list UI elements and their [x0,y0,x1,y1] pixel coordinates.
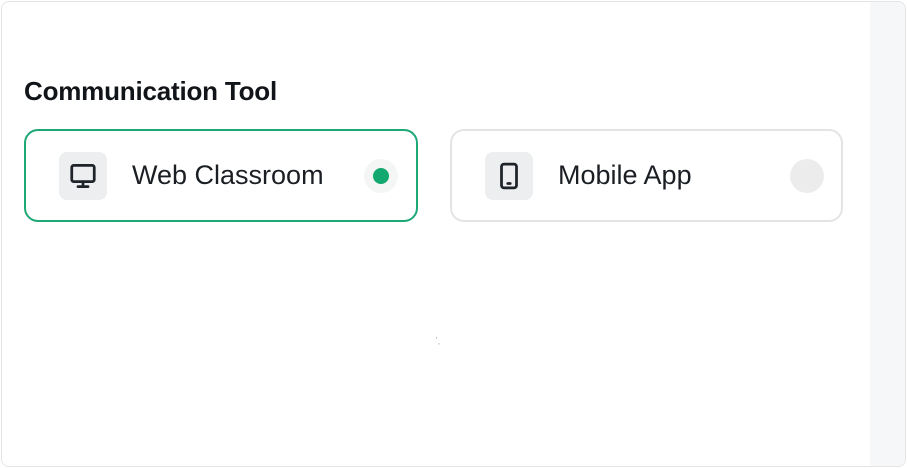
mobile-phone-icon [485,151,533,200]
settings-panel: Communication Tool Web Classroom Mobile … [1,1,906,467]
monitor-icon [59,151,107,200]
section-title: Communication Tool [24,76,278,106]
radio-dot [373,167,389,184]
option-web-classroom[interactable]: Web Classroom [24,129,418,222]
option-label-mobile-app: Mobile App [558,160,692,190]
radio-web-classroom-selected[interactable] [364,158,398,193]
stray-mark: ˈˌ [435,336,441,345]
option-mobile-app[interactable]: Mobile App [450,129,843,222]
side-scroll-strip [870,2,905,466]
radio-mobile-app-unselected[interactable] [790,158,824,193]
option-label-web-classroom: Web Classroom [132,160,324,190]
